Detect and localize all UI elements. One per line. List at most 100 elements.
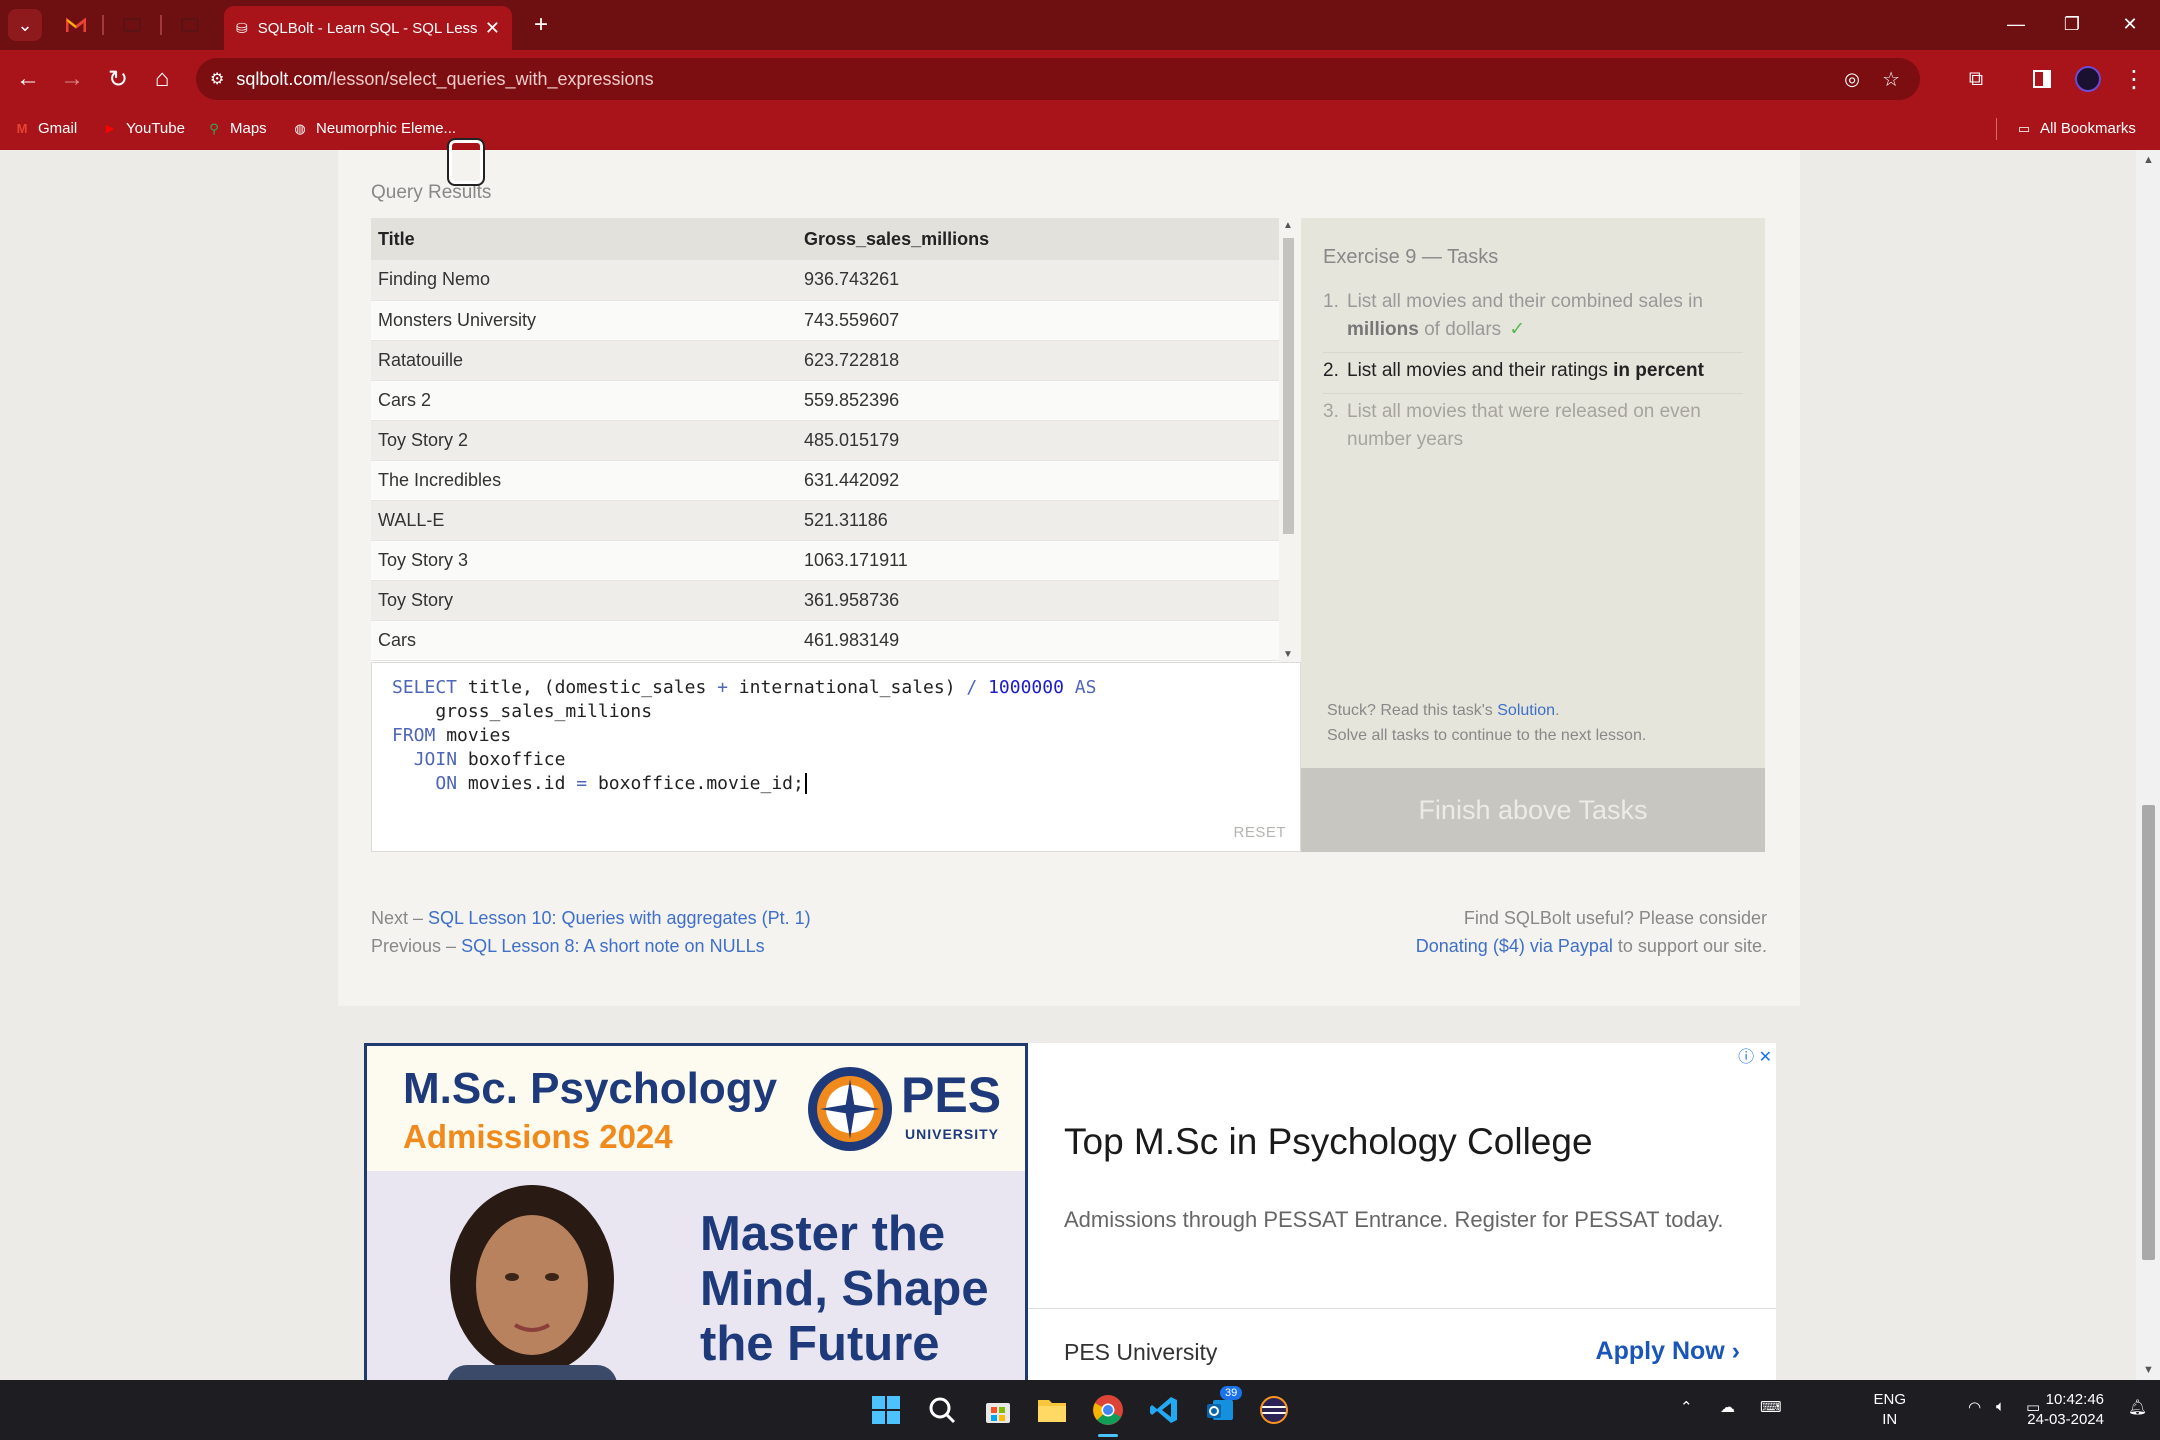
- cell-title: Toy Story 2: [371, 420, 797, 461]
- scrollbar-thumb[interactable]: [2142, 805, 2155, 1260]
- site-settings-icon[interactable]: ⚙: [210, 69, 224, 89]
- tab-strip: ⌄ ⛁ SQLBolt - Learn SQL - SQL Less ✕ + —…: [0, 0, 2160, 50]
- cell-title: Toy Story: [371, 580, 797, 621]
- map-pin-icon: ⚲: [209, 120, 219, 136]
- task-list: 1. List all movies and their combined sa…: [1323, 284, 1743, 462]
- home-button[interactable]: ⌂: [146, 63, 178, 95]
- restore-button[interactable]: ❐: [2052, 8, 2092, 40]
- bookmark-maps[interactable]: ⚲ Maps: [206, 120, 267, 137]
- all-bookmarks-label: All Bookmarks: [2040, 120, 2136, 137]
- ad-brand: PES University: [1064, 1339, 1218, 1365]
- page-scrollbar[interactable]: ▲ ▼: [2136, 150, 2160, 1380]
- bookmark-label: Maps: [230, 120, 267, 137]
- forward-button[interactable]: →: [56, 63, 88, 95]
- store-button[interactable]: [980, 1392, 1016, 1428]
- previous-lesson-link[interactable]: SQL Lesson 8: A short note on NULLs: [461, 936, 765, 956]
- clock[interactable]: 10:42:46 24-03-2024: [2027, 1390, 2104, 1430]
- tab-gmail[interactable]: [58, 10, 94, 40]
- cell-value: 361.958736: [797, 580, 1279, 621]
- chevron-up-icon[interactable]: ⌃: [1680, 1398, 1693, 1416]
- bookmark-label: Gmail: [38, 120, 78, 137]
- apply-now-button[interactable]: Apply Now ›: [1596, 1337, 1740, 1366]
- bookmark-gmail[interactable]: M Gmail: [14, 120, 78, 137]
- minimize-button[interactable]: —: [1996, 8, 2036, 40]
- mouse-cursor-icon: [447, 138, 485, 186]
- language-indicator[interactable]: ENG IN: [1873, 1390, 1906, 1430]
- advertisement[interactable]: M.Sc. Psychology Admissions 2024 PES UNI…: [364, 1043, 1776, 1380]
- eye-off-icon[interactable]: ◎: [1844, 69, 1860, 90]
- scroll-up-icon[interactable]: ▲: [2143, 154, 2154, 166]
- gmail-icon: [66, 17, 86, 32]
- table-header-row: Title Gross_sales_millions: [371, 218, 1279, 260]
- tab-search-button[interactable]: ⌄: [8, 9, 42, 41]
- search-button[interactable]: [924, 1392, 960, 1428]
- task-number: 2.: [1323, 360, 1339, 381]
- profile-button[interactable]: [2072, 63, 2104, 95]
- scroll-up-icon[interactable]: ▲: [1283, 220, 1293, 231]
- menu-button[interactable]: ⋮: [2118, 63, 2150, 95]
- app-button[interactable]: [1256, 1392, 1292, 1428]
- reload-button[interactable]: ↻: [102, 63, 134, 95]
- new-tab-button[interactable]: +: [526, 10, 556, 40]
- cell-title: WALL-E: [371, 500, 797, 541]
- scroll-down-icon[interactable]: ▼: [1283, 649, 1293, 660]
- ad-controls[interactable]: ⓘ ✕: [1738, 1043, 1772, 1067]
- ad-text-panel[interactable]: ⓘ ✕ Top M.Sc in Psychology College Admis…: [1028, 1043, 1776, 1380]
- back-button[interactable]: ←: [12, 63, 44, 95]
- ad-headline[interactable]: Top M.Sc in Psychology College: [1064, 1121, 1593, 1163]
- cloud-icon[interactable]: ☁: [1720, 1398, 1735, 1416]
- extensions-button[interactable]: ⧉: [1960, 63, 1992, 95]
- vscode-button[interactable]: [1146, 1392, 1182, 1428]
- cell-value: 631.442092: [797, 460, 1279, 501]
- bell-icon[interactable]: 🔔︎: [2128, 1398, 2147, 1416]
- table-row: Toy Story 361.958736: [371, 580, 1279, 621]
- tab-pinned-2[interactable]: [114, 10, 150, 40]
- volume-icon[interactable]: 🔈︎: [1996, 1398, 2005, 1415]
- keyboard-icon[interactable]: ⌨: [1760, 1398, 1782, 1416]
- all-bookmarks[interactable]: ▭ All Bookmarks: [2016, 120, 2136, 137]
- ad-divider: [1028, 1308, 1776, 1309]
- bookmark-youtube[interactable]: ▶ YouTube: [102, 120, 185, 137]
- chrome-button[interactable]: [1090, 1392, 1126, 1437]
- bookmark-neumorphic[interactable]: ◍ Neumorphic Eleme...: [292, 120, 456, 137]
- url-text: sqlbolt.com/lesson/select_queries_with_e…: [236, 69, 653, 90]
- solution-link[interactable]: Solution: [1497, 702, 1555, 719]
- finish-tasks-button[interactable]: Finish above Tasks: [1301, 768, 1765, 852]
- tab-sqlbolt[interactable]: ⛁ SQLBolt - Learn SQL - SQL Less ✕: [224, 6, 512, 50]
- reset-button[interactable]: RESET: [1233, 824, 1286, 841]
- code-line: FROM movies: [392, 725, 512, 746]
- windows-taskbar: 39 ⌃ ☁ ⌨ ENG IN ◠ 🔈︎ ▭ 10:42:46 24-03-20…: [0, 1380, 2160, 1440]
- ad-title: M.Sc. Psychology: [403, 1064, 778, 1113]
- scroll-down-icon[interactable]: ▼: [2143, 1364, 2154, 1376]
- ad-banner-image[interactable]: M.Sc. Psychology Admissions 2024 PES UNI…: [364, 1043, 1028, 1380]
- next-lesson-link[interactable]: SQL Lesson 10: Queries with aggregates (…: [428, 908, 811, 928]
- compass-icon: [808, 1067, 892, 1151]
- ad-top-band: M.Sc. Psychology Admissions 2024 PES UNI…: [367, 1046, 1025, 1171]
- start-button[interactable]: [868, 1392, 904, 1428]
- cta-label: Apply Now: [1595, 1337, 1725, 1365]
- task-text: of dollars: [1424, 319, 1502, 340]
- close-window-button[interactable]: ✕: [2110, 8, 2150, 40]
- donate-link[interactable]: Donating ($4) via Paypal: [1416, 936, 1613, 956]
- info-icon[interactable]: ⓘ: [1738, 1049, 1754, 1066]
- file-explorer-button[interactable]: [1034, 1392, 1070, 1428]
- language-code: ENG: [1873, 1391, 1906, 1408]
- cell-title: Toy Story 3: [371, 540, 797, 581]
- outlook-button[interactable]: 39: [1202, 1386, 1243, 1428]
- check-icon: ✓: [1509, 319, 1526, 340]
- close-icon[interactable]: ✕: [1759, 1049, 1772, 1066]
- cell-title: Cars: [371, 620, 797, 661]
- store-icon: [986, 1403, 1010, 1423]
- system-tray: ⌃ ☁ ⌨ ENG IN ◠ 🔈︎ ▭ 10:42:46 24-03-2024 …: [1640, 1380, 2160, 1440]
- lesson-navigation: Next – SQL Lesson 10: Queries with aggre…: [371, 904, 811, 960]
- side-panel-icon: [2033, 70, 2051, 88]
- close-icon[interactable]: ✕: [485, 18, 500, 39]
- sql-editor[interactable]: SELECT title, (domestic_sales + internat…: [371, 662, 1301, 852]
- scrollbar-thumb[interactable]: [1283, 238, 1294, 534]
- address-bar[interactable]: ⚙ sqlbolt.com/lesson/select_queries_with…: [196, 58, 1920, 100]
- side-panel-button[interactable]: [2026, 63, 2058, 95]
- results-scrollbar[interactable]: ▲ ▼: [1279, 218, 1297, 662]
- tab-pinned-3[interactable]: [172, 10, 208, 40]
- wifi-icon[interactable]: ◠: [1968, 1398, 1981, 1416]
- star-icon[interactable]: ☆: [1882, 67, 1900, 92]
